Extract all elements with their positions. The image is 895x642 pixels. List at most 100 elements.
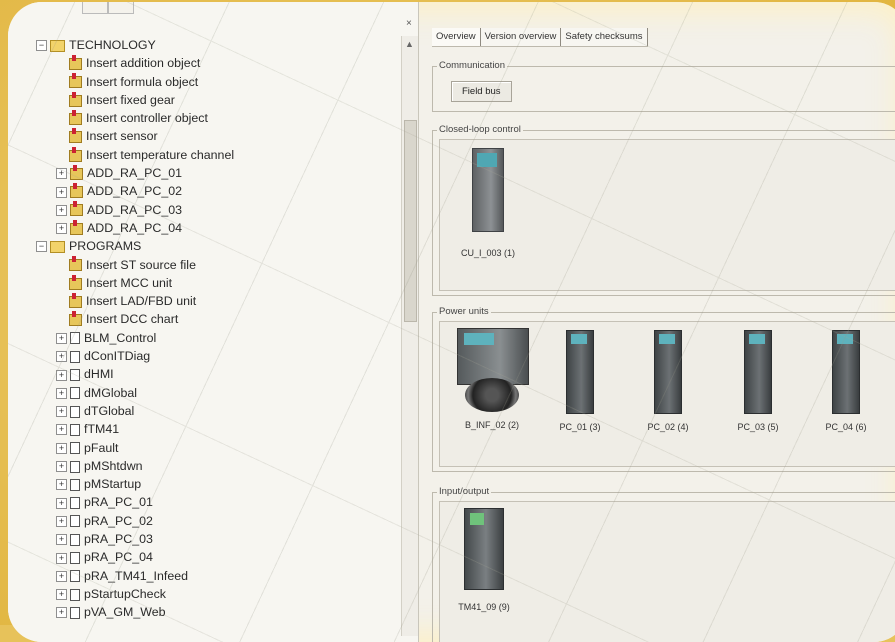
field-bus-button[interactable]: Field bus [451, 81, 512, 102]
tree-item-label: dMGlobal [84, 385, 138, 400]
device-label: PC_04 (6) [825, 422, 867, 432]
tree-insert-item[interactable]: Insert formula object [36, 73, 234, 91]
power-unit-device[interactable]: B_INF_02 (2) [450, 328, 534, 430]
expand-icon[interactable]: + [56, 406, 67, 418]
expand-icon[interactable]: + [56, 607, 67, 619]
tree-item[interactable]: + pMShtdwn [36, 457, 234, 475]
tree-item[interactable]: + BLM_Control [36, 329, 234, 347]
tree-insert-item[interactable]: Insert fixed gear [36, 91, 234, 109]
tree-item[interactable]: + ADD_RA_PC_03 [36, 201, 234, 219]
vertical-scrollbar[interactable]: ▲ [401, 36, 418, 636]
device-label: CU_I_003 (1) [460, 248, 516, 258]
tree-item-label: pRA_TM41_Infeed [84, 568, 189, 583]
tree-item[interactable]: + pRA_PC_02 [36, 512, 234, 530]
tree-insert-item[interactable]: Insert temperature channel [36, 146, 234, 164]
collapse-icon[interactable]: − [36, 241, 47, 253]
expand-icon[interactable]: + [56, 387, 67, 399]
tree-item[interactable]: + pRA_PC_04 [36, 548, 234, 566]
scrollbar-thumb[interactable] [404, 120, 417, 322]
tree-folder[interactable]: − PROGRAMS [36, 237, 234, 255]
tree-item-label: pRA_PC_03 [84, 532, 153, 547]
insert-icon [69, 109, 82, 125]
object-icon [70, 164, 83, 180]
tree-item[interactable]: + pFault [36, 439, 234, 457]
expand-icon[interactable]: + [56, 442, 67, 454]
terminal-module-device[interactable]: TM41_09 (9) [454, 508, 514, 612]
tree-item-label: dTGlobal [84, 403, 135, 418]
expand-icon[interactable]: + [56, 186, 67, 198]
tree-item[interactable]: + pRA_PC_03 [36, 530, 234, 548]
tree-insert-item[interactable]: Insert MCC unit [36, 274, 234, 292]
closed-loop-control-group: Closed-loop control CU_I_003 (1) [432, 124, 895, 296]
power-units-group: Power units B_INF_02 (2) PC_01 (3) PC_02… [432, 306, 895, 472]
power-unit-device[interactable]: PC_02 (4) [638, 330, 698, 432]
tree-item-label: BLM_Control [84, 330, 157, 345]
power-unit-device[interactable]: PC_03 (5) [728, 330, 788, 432]
tree-item[interactable]: + pVA_GM_Web [36, 603, 234, 621]
insert-icon [69, 91, 82, 107]
collapse-icon[interactable]: − [36, 40, 47, 52]
expand-icon[interactable]: + [56, 204, 67, 216]
expand-icon[interactable]: + [56, 515, 67, 527]
power-unit-device[interactable]: PC_04 (6) [816, 330, 876, 432]
tree-insert-item[interactable]: Insert ST source file [36, 256, 234, 274]
tree-item[interactable]: + dMGlobal [36, 384, 234, 402]
tree-item-label: ADD_RA_PC_03 [87, 202, 183, 217]
tree-folder[interactable]: − TECHNOLOGY [36, 36, 234, 54]
tree-insert-item[interactable]: Insert DCC chart [36, 310, 234, 328]
document-icon [70, 606, 80, 619]
tab-overview[interactable]: Overview [432, 28, 481, 46]
expand-icon[interactable]: + [56, 570, 67, 582]
toolbar-button[interactable] [82, 2, 108, 14]
tree-item-label: pVA_GM_Web [84, 605, 166, 620]
insert-icon [69, 256, 82, 272]
tree-item[interactable]: + fTM41 [36, 420, 234, 438]
tab-safety-checksums[interactable]: Safety checksums [561, 28, 648, 46]
insert-icon [69, 55, 82, 71]
input-output-group: Input/output TM41_09 (9) [432, 486, 895, 642]
tree-item-label: dConITDiag [84, 349, 151, 364]
tree-insert-item[interactable]: Insert sensor [36, 127, 234, 145]
tree-item[interactable]: + ADD_RA_PC_02 [36, 182, 234, 200]
tree-insert-item[interactable]: Insert controller object [36, 109, 234, 127]
tree-item[interactable]: + pRA_TM41_Infeed [36, 567, 234, 585]
expand-icon[interactable]: + [56, 461, 67, 473]
insert-icon [69, 146, 82, 162]
tree-item[interactable]: + dTGlobal [36, 402, 234, 420]
power-unit-device[interactable]: PC_01 (3) [550, 330, 610, 432]
tree-insert-item[interactable]: Insert LAD/FBD unit [36, 292, 234, 310]
tree-item[interactable]: + pRA_PC_01 [36, 493, 234, 511]
tree-item[interactable]: + pMStartup [36, 475, 234, 493]
expand-icon[interactable]: + [56, 552, 67, 564]
expand-icon[interactable]: + [56, 223, 67, 235]
control-unit-device[interactable]: CU_I_003 (1) [458, 148, 518, 258]
expand-icon[interactable]: + [56, 369, 67, 381]
tree-item[interactable]: + dConITDiag [36, 347, 234, 365]
expand-icon[interactable]: + [56, 332, 67, 344]
tree-insert-item[interactable]: Insert addition object [36, 54, 234, 72]
expand-icon[interactable]: + [56, 497, 67, 509]
tree-item[interactable]: + ADD_RA_PC_04 [36, 219, 234, 237]
tab-version-overview[interactable]: Version overview [480, 28, 562, 46]
close-icon[interactable]: × [406, 18, 412, 29]
expand-icon[interactable]: + [56, 589, 67, 601]
tree-item-label: Insert temperature channel [86, 147, 235, 162]
document-icon [70, 387, 80, 400]
document-icon [70, 497, 80, 510]
tree-item-label: Insert formula object [86, 74, 199, 89]
motor-module-icon [654, 330, 682, 414]
expand-icon[interactable]: + [56, 479, 67, 491]
tree-item-label: pRA_PC_02 [84, 513, 153, 528]
toolbar-button[interactable] [108, 2, 134, 14]
tree-item[interactable]: + pStartupCheck [36, 585, 234, 603]
scroll-up-icon[interactable]: ▲ [405, 39, 414, 49]
tree-item[interactable]: + dHMI [36, 365, 234, 383]
expand-icon[interactable]: + [56, 424, 67, 436]
insert-icon [69, 73, 82, 89]
expand-icon[interactable]: + [56, 351, 67, 363]
tree-item[interactable]: + ADD_RA_PC_01 [36, 164, 234, 182]
infeed-module-icon [457, 328, 529, 412]
expand-icon[interactable]: + [56, 534, 67, 546]
tree-item-label: pRA_PC_04 [84, 550, 153, 565]
expand-icon[interactable]: + [56, 168, 67, 180]
